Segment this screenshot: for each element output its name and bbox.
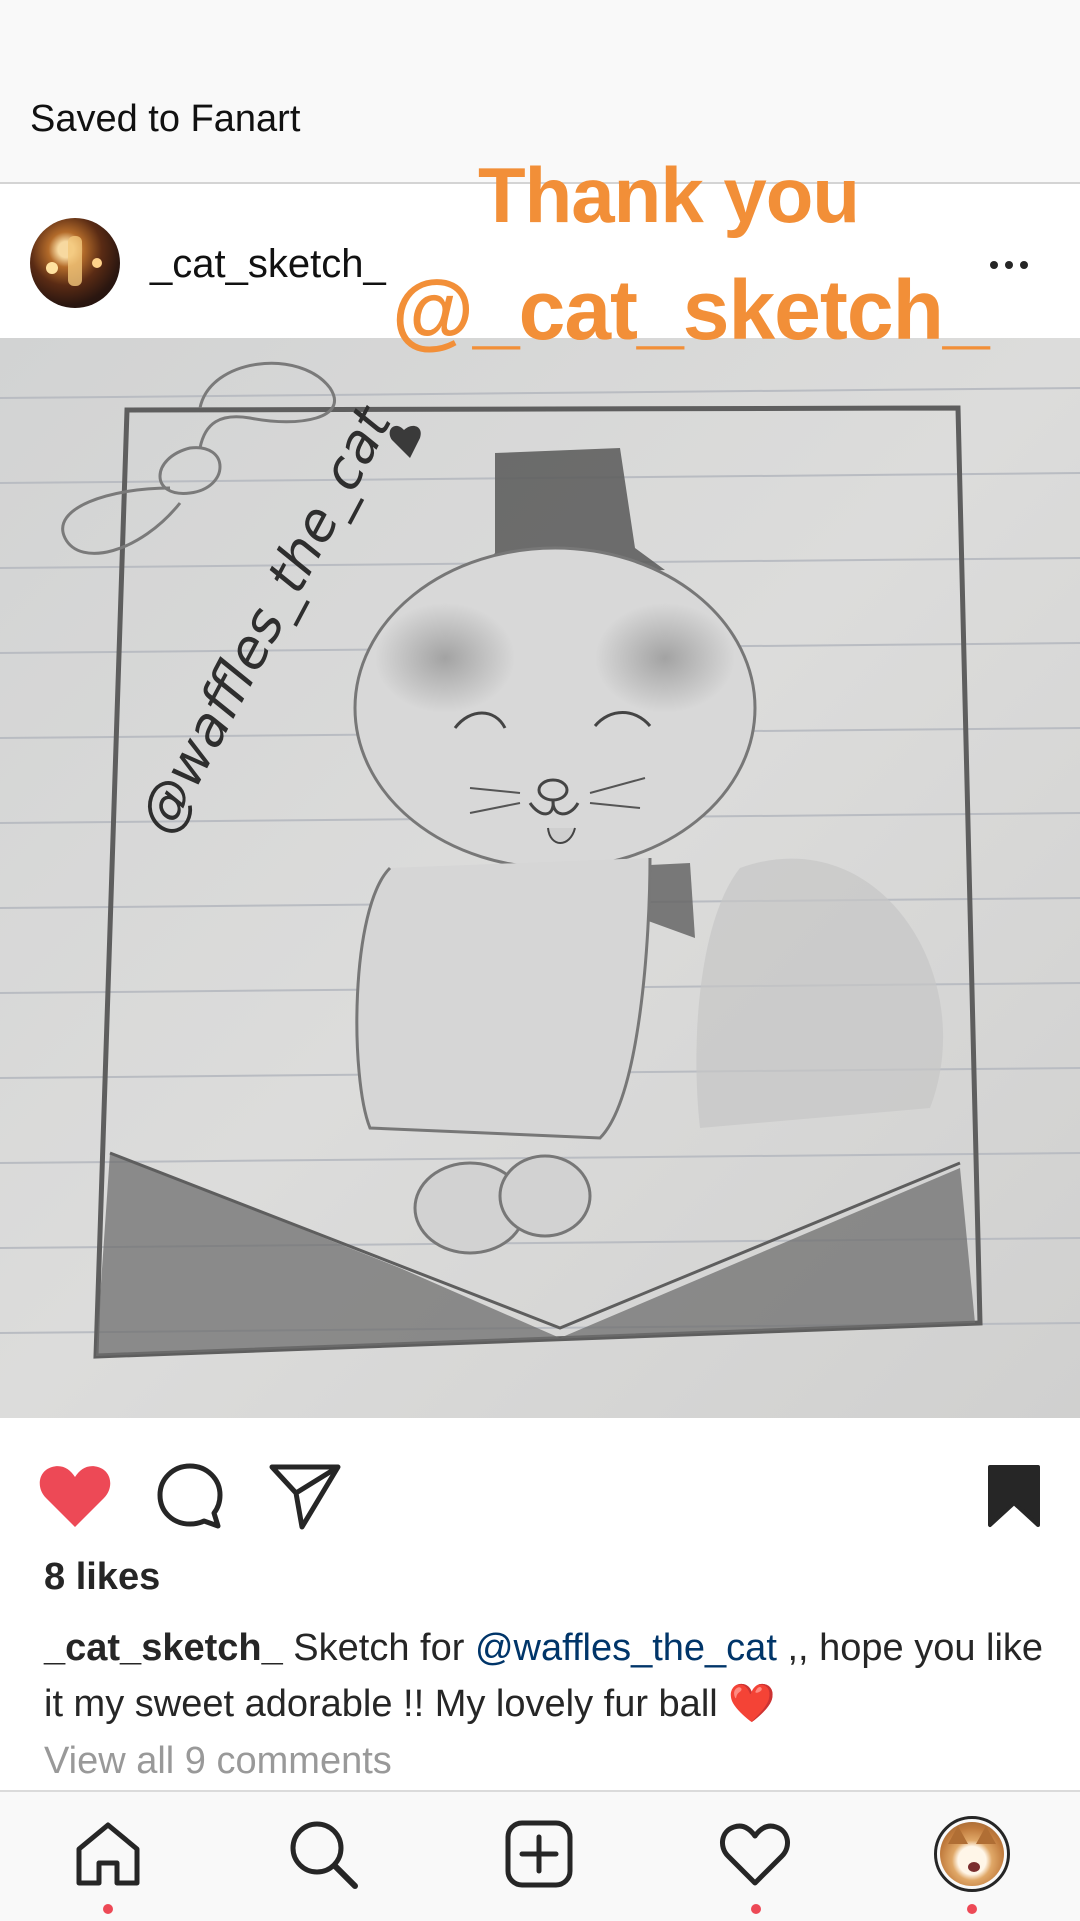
saved-collection-label[interactable]: Saved to Fanart — [30, 98, 300, 141]
activity-notification-dot — [751, 1904, 761, 1914]
caption-username[interactable]: _cat_sketch_ — [44, 1627, 283, 1669]
comment-bubble-icon[interactable] — [150, 1456, 230, 1536]
heart-emoji: ❤️ — [728, 1683, 776, 1725]
profile-notification-dot — [967, 1904, 977, 1914]
profile-avatar[interactable] — [932, 1814, 1012, 1894]
bottom-navigation — [0, 1790, 1080, 1921]
likes-count[interactable]: 8 likes — [44, 1556, 160, 1599]
add-post-icon[interactable] — [499, 1814, 579, 1894]
caption-mention[interactable]: @waffles_the_cat — [475, 1627, 777, 1669]
sticker-text-mention: @_cat_sketch_ — [392, 263, 990, 357]
more-dots-icon[interactable] — [990, 250, 1040, 280]
search-icon[interactable] — [283, 1814, 363, 1894]
heart-filled-icon[interactable] — [35, 1456, 115, 1536]
home-icon[interactable] — [68, 1814, 148, 1894]
post-author-username[interactable]: _cat_sketch_ — [150, 242, 386, 287]
sticker-text-thank-you: Thank you — [478, 151, 860, 239]
post-image[interactable]: @waffles_the_cat — [0, 338, 1080, 1418]
post-author-avatar[interactable] — [30, 218, 120, 308]
post-actions-bar — [0, 1418, 1080, 1568]
cat-sketch-drawing: @waffles_the_cat — [0, 338, 1080, 1418]
caption-text: Sketch for — [282, 1627, 475, 1669]
post-caption: _cat_sketch_ Sketch for @waffles_the_cat… — [44, 1620, 1044, 1732]
paper-plane-icon[interactable] — [265, 1456, 345, 1536]
bookmark-filled-icon[interactable] — [974, 1456, 1054, 1536]
home-notification-dot — [103, 1904, 113, 1914]
view-all-comments-link[interactable]: View all 9 comments — [44, 1740, 392, 1783]
activity-heart-icon[interactable] — [715, 1814, 795, 1894]
